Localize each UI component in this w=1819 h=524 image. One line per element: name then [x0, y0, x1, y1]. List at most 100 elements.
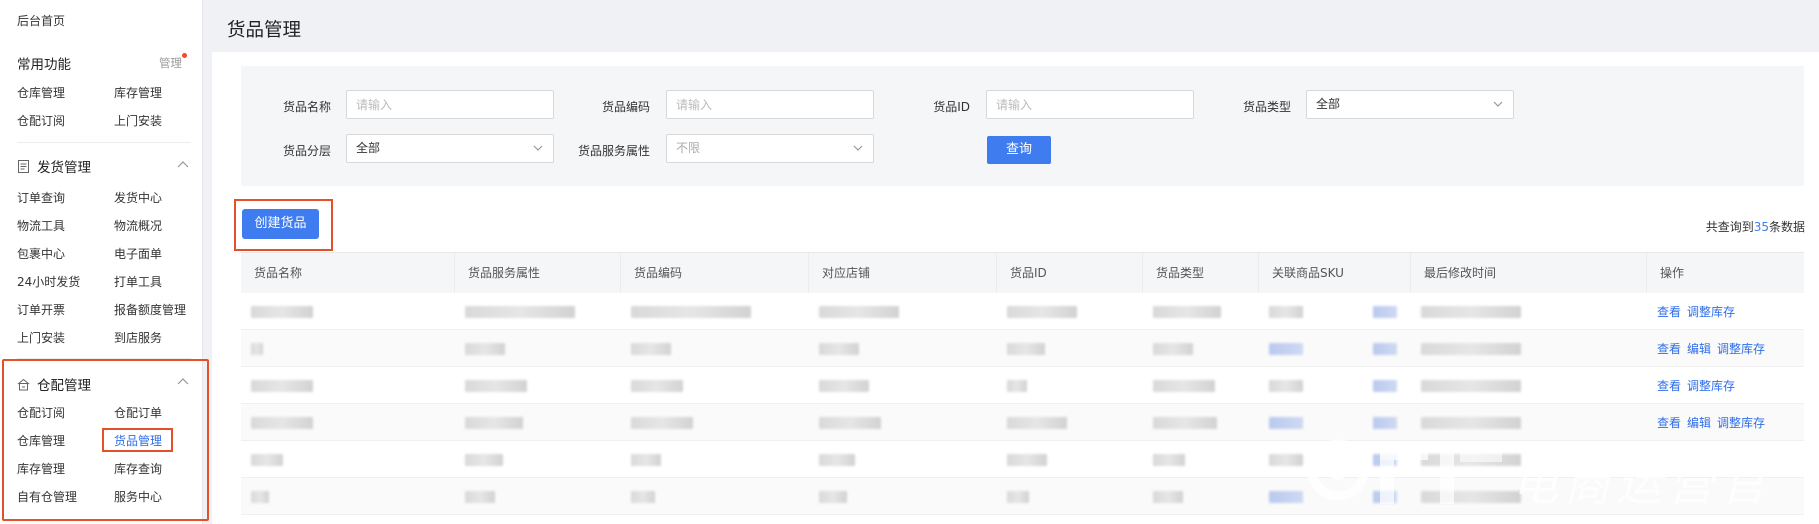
common-manage-link[interactable]: 管理 — [159, 53, 187, 71]
goods-code-input[interactable] — [666, 90, 874, 119]
obscured-value — [1421, 379, 1521, 392]
common-functions-title: 常用功能 — [17, 57, 71, 73]
sidebar-home-link[interactable]: 后台首页 — [17, 12, 65, 29]
col-header-last-modified: 最后修改时间 — [1411, 253, 1647, 293]
query-button[interactable]: 查询 — [987, 136, 1051, 164]
table-cell — [1411, 441, 1521, 478]
table-cell — [1143, 330, 1193, 367]
sidebar-item-logistics-overview[interactable]: 物流概况 — [114, 217, 162, 234]
table-cell — [455, 330, 505, 367]
table-cell — [1143, 441, 1185, 478]
obscured-value — [465, 490, 495, 503]
row-action-link[interactable]: 调整库存 — [1717, 414, 1765, 431]
col-header-goods-code: 货品编码 — [621, 253, 809, 293]
sidebar-item-logistics-tools[interactable]: 物流工具 — [17, 217, 65, 234]
row-action-link[interactable]: 调整库存 — [1717, 340, 1765, 357]
table-cell — [241, 330, 263, 367]
sidebar-divider — [17, 142, 191, 143]
sidebar-item-home-install[interactable]: 上门安装 — [114, 112, 162, 129]
goods-id-label: 货品ID — [933, 100, 970, 114]
sidebar-item-fulfillment-sub[interactable]: 仓配订阅 — [17, 112, 65, 129]
obscured-value — [1007, 305, 1077, 318]
obscured-value — [1269, 453, 1303, 466]
obscured-value — [819, 416, 881, 429]
obscured-value — [1421, 416, 1521, 429]
actions-cell: 查看 编辑 调整库存 — [1647, 330, 1765, 367]
sidebar-item-home-install-2[interactable]: 上门安装 — [17, 329, 65, 346]
table-cell — [241, 478, 269, 515]
row-actions: 查看 编辑 调整库存 — [1657, 414, 1765, 431]
table-cell — [621, 441, 661, 478]
sidebar-item-print-tool[interactable]: 打单工具 — [114, 273, 162, 290]
obscured-value — [1007, 342, 1045, 355]
obscured-value — [251, 490, 269, 503]
sidebar-item-quota-mgmt[interactable]: 报备额度管理 — [114, 301, 186, 318]
obscured-value — [631, 416, 693, 429]
table-cell — [809, 293, 899, 330]
sidebar-item-invoice[interactable]: 订单开票 — [17, 301, 65, 318]
obscured-value — [465, 305, 575, 318]
table-cell — [1411, 293, 1521, 330]
document-icon — [18, 159, 29, 173]
chevron-up-icon[interactable] — [177, 160, 189, 168]
obscured-value — [819, 490, 847, 503]
row-actions: 查看 编辑 调整库存 — [1657, 340, 1765, 357]
actions-cell: 查看 编辑 调整库存 — [1647, 404, 1765, 441]
obscured-value — [1007, 453, 1047, 466]
row-action-link[interactable]: 调整库存 — [1687, 303, 1735, 320]
row-action-link[interactable]: 编辑 — [1687, 340, 1711, 357]
row-action-link[interactable]: 查看 — [1657, 340, 1681, 357]
row-action-link[interactable]: 编辑 — [1687, 414, 1711, 431]
goods-type-label: 货品类型 — [1242, 100, 1291, 114]
actions-cell: 查看 调整库存 — [1647, 367, 1735, 404]
obscured-value — [1153, 453, 1185, 466]
chevron-down-icon — [533, 145, 543, 151]
obscured-value — [465, 453, 503, 466]
sidebar-item-inventory-mgmt[interactable]: 库存管理 — [114, 84, 162, 101]
table-header: 货品名称 货品服务属性 货品编码 对应店铺 货品ID 货品类型 关联商品SKU … — [241, 252, 1804, 293]
table-cell — [809, 404, 881, 441]
sidebar-item-24h-ship[interactable]: 24小时发货 — [17, 273, 80, 290]
sidebar-item-warehouse-mgmt[interactable]: 仓库管理 — [17, 84, 65, 101]
table-cell — [241, 293, 313, 330]
goods-id-input[interactable] — [986, 90, 1194, 119]
shipping-section-header[interactable]: 发货管理 — [17, 156, 91, 176]
result-prefix: 共查询到 — [1705, 220, 1754, 234]
chevron-down-icon — [853, 145, 863, 151]
obscured-value — [251, 305, 313, 318]
table-cell — [809, 441, 855, 478]
sidebar-item-in-store-service[interactable]: 到店服务 — [114, 329, 162, 346]
row-action-link[interactable]: 查看 — [1657, 414, 1681, 431]
goods-tier-select[interactable]: 全部 — [346, 134, 554, 163]
sidebar-item-order-query[interactable]: 订单查询 — [17, 189, 65, 206]
row-actions: 查看 调整库存 — [1657, 377, 1735, 394]
actions-cell — [1647, 441, 1657, 478]
table-cell — [621, 404, 693, 441]
sidebar-item-package-center[interactable]: 包裹中心 — [17, 245, 65, 262]
sidebar-item-ship-center[interactable]: 发货中心 — [114, 189, 162, 206]
row-action-link[interactable]: 查看 — [1657, 303, 1681, 320]
table-cell — [1143, 478, 1183, 515]
goods-service-select[interactable]: 不限 — [666, 134, 874, 163]
goods-type-select[interactable]: 全部 — [1306, 90, 1514, 119]
obscured-value — [251, 416, 313, 429]
goods-tier-label: 货品分层 — [282, 144, 331, 158]
row-action-link[interactable]: 调整库存 — [1687, 377, 1735, 394]
common-manage-label: 管理 — [159, 56, 182, 70]
result-count-number: 35 — [1753, 220, 1769, 234]
row-action-link[interactable]: 查看 — [1657, 377, 1681, 394]
table-cell — [997, 330, 1045, 367]
sidebar-item-e-waybill[interactable]: 电子面单 — [114, 245, 162, 262]
page-header — [212, 0, 1819, 52]
obscured-value — [1153, 416, 1217, 429]
table-cell — [1259, 330, 1397, 367]
col-header-goods-type: 货品类型 — [1143, 253, 1259, 293]
obscured-value — [1269, 416, 1303, 429]
table-cell — [621, 293, 751, 330]
obscured-value — [1373, 416, 1397, 429]
obscured-value — [1373, 305, 1397, 318]
obscured-value — [465, 416, 523, 429]
actions-cell — [1647, 478, 1657, 515]
obscured-value — [465, 342, 505, 355]
goods-name-input[interactable] — [346, 90, 554, 119]
